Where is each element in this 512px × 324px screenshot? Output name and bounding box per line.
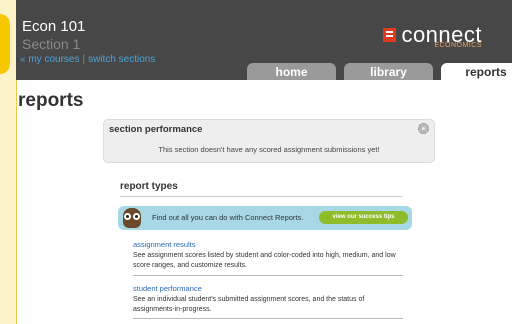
owl-icon xyxy=(123,208,141,228)
section-performance-panel: section performance This section doesn't… xyxy=(103,119,435,163)
section-name: Section 1 xyxy=(22,36,81,52)
tab-reports[interactable]: reports xyxy=(441,63,512,80)
promo-text: Find out all you can do with Connect Rep… xyxy=(152,213,304,222)
course-title: Econ 101 xyxy=(22,18,86,35)
reports-promo-banner: Find out all you can do with Connect Rep… xyxy=(118,206,412,230)
owl-eye-left xyxy=(124,213,131,220)
app-header: Econ 101 Section 1 « my courses | switch s… xyxy=(16,0,512,80)
student-performance-link[interactable]: student performance xyxy=(133,284,403,293)
main-tabs: home library reports xyxy=(247,63,512,80)
nav-separator: | xyxy=(82,54,86,65)
section-performance-title: section performance xyxy=(109,124,203,135)
side-tab-handle[interactable] xyxy=(0,14,10,74)
view-success-tips-button[interactable]: view our success tips xyxy=(319,211,408,224)
student-performance-description: See an individual student's submitted as… xyxy=(133,296,365,313)
divider xyxy=(133,318,403,319)
side-strip xyxy=(0,0,17,324)
course-nav-links: « my courses | switch sections xyxy=(20,54,155,65)
gear-icon[interactable] xyxy=(418,123,429,134)
page-title: reports xyxy=(18,90,84,111)
divider xyxy=(133,275,403,276)
tab-home[interactable]: home xyxy=(247,63,336,80)
owl-eye-right xyxy=(133,213,140,220)
switch-sections-link[interactable]: switch sections xyxy=(88,54,155,65)
report-item-student-performance: student performance See an individual st… xyxy=(133,284,403,314)
divider xyxy=(120,196,402,197)
my-courses-link[interactable]: « my courses xyxy=(20,54,79,65)
report-types-title: report types xyxy=(120,181,178,192)
assignment-results-link[interactable]: assignment results xyxy=(133,240,403,249)
brand-subject: ECONOMICS xyxy=(434,42,482,49)
tab-library[interactable]: library xyxy=(344,63,433,80)
assignment-results-description: See assignment scores listed by student … xyxy=(133,252,396,269)
mcgraw-hill-logo-icon xyxy=(383,28,397,42)
report-item-assignment-results: assignment results See assignment scores… xyxy=(133,240,403,270)
section-performance-message: This section doesn't have any scored ass… xyxy=(158,145,380,154)
